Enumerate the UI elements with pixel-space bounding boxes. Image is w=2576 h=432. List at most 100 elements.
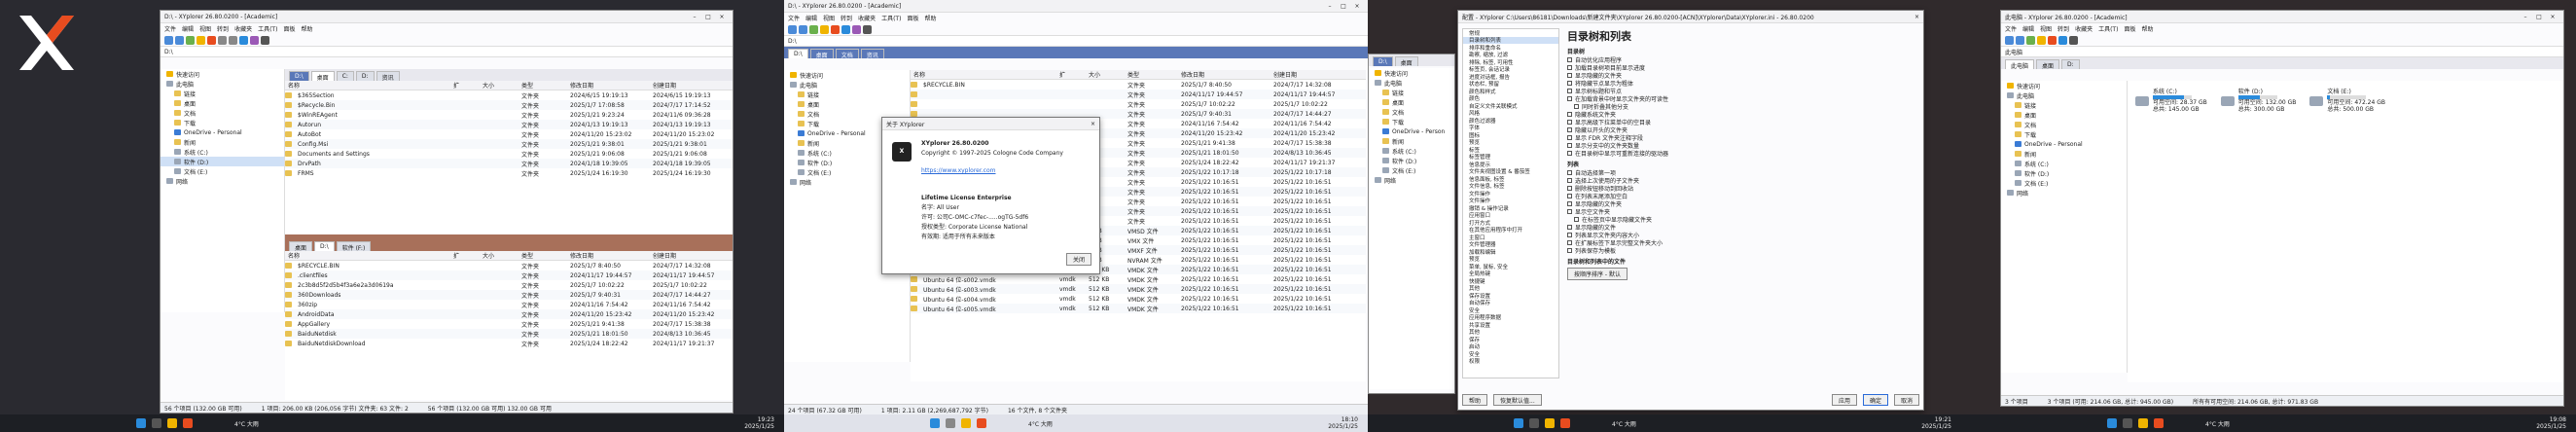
tab[interactable]: 桌面 bbox=[809, 49, 834, 59]
menu-item[interactable]: 帮助 bbox=[301, 24, 312, 33]
tab[interactable]: D:\ bbox=[1373, 56, 1393, 66]
tab[interactable]: D: bbox=[355, 71, 375, 81]
column-header[interactable]: 名称 bbox=[285, 251, 450, 260]
checkbox-icon[interactable] bbox=[1567, 150, 1572, 156]
tree-item[interactable]: 网络 bbox=[1369, 175, 1454, 185]
column-header[interactable]: 大小 bbox=[480, 251, 519, 260]
option-checkbox[interactable]: 在目录树中显示可重新连接的驱动器 bbox=[1567, 149, 1917, 158]
column-header[interactable]: 大小 bbox=[480, 81, 519, 90]
maximize-button[interactable]: □ bbox=[2532, 14, 2546, 20]
checkbox-icon[interactable] bbox=[1567, 169, 1572, 175]
search-icon[interactable] bbox=[2123, 418, 2132, 428]
tree-item[interactable]: 下载 bbox=[161, 118, 284, 127]
column-header[interactable]: 创建日期 bbox=[650, 251, 733, 260]
config-nav-item[interactable]: 权限 bbox=[1463, 358, 1558, 365]
tree-item[interactable]: 下载 bbox=[1369, 117, 1454, 126]
menu-item[interactable]: 编辑 bbox=[2022, 24, 2034, 33]
checkbox-icon[interactable] bbox=[1567, 72, 1572, 78]
explorer-icon[interactable] bbox=[2138, 418, 2148, 428]
table-row[interactable]: Autorun 文件夹 2024/1/13 19:19:13 2024/1/13 19… bbox=[285, 120, 733, 129]
delete-icon[interactable] bbox=[207, 35, 216, 45]
close-button[interactable]: 关闭 bbox=[1065, 253, 1091, 266]
menu-item[interactable]: 收藏夹 bbox=[234, 24, 252, 33]
tree-item[interactable]: 此电脑 bbox=[161, 79, 284, 89]
table-row[interactable]: 2c3b8d5f2d5b4f3a6e2a3d0619a 文件夹 2025/1/7 1… bbox=[285, 280, 733, 290]
table-row[interactable]: 360zip 文件夹 2024/11/16 7:54:42 2024/11/16 7:… bbox=[285, 300, 733, 309]
tree-item[interactable]: 文档 (E:) bbox=[1369, 165, 1454, 175]
column-header[interactable]: 名称 bbox=[911, 70, 1056, 79]
tree-item[interactable]: 下载 bbox=[2001, 129, 2127, 139]
tab[interactable]: D: bbox=[2061, 59, 2080, 69]
maximize-button[interactable]: □ bbox=[1337, 3, 1350, 10]
column-header[interactable]: 扩 bbox=[1056, 70, 1086, 79]
checkbox-icon[interactable] bbox=[1567, 247, 1572, 253]
folder-icon[interactable] bbox=[197, 35, 205, 45]
up-icon[interactable] bbox=[809, 24, 818, 34]
tab[interactable]: 资讯 bbox=[376, 71, 400, 82]
forward-icon[interactable] bbox=[799, 24, 807, 34]
table-row[interactable]: BaiduNetdisk 文件夹 2025/1/21 18:01:50 2024/8/… bbox=[285, 329, 733, 339]
table-row[interactable]: FRMS 文件夹 2025/1/24 16:19:30 2025/1/24 16:19… bbox=[285, 168, 733, 178]
ok-button[interactable]: 确定 bbox=[1862, 394, 1888, 406]
search-icon[interactable] bbox=[2058, 35, 2067, 45]
clock-date[interactable]: 2025/1/25 bbox=[1328, 423, 1358, 430]
tab[interactable]: 桌面 bbox=[289, 241, 313, 252]
table-row[interactable]: Ubuntu 64 位-s004.vmdk vmdk 512 KB VMDK 文件 20… bbox=[911, 294, 1366, 304]
checkbox-icon[interactable] bbox=[1567, 177, 1572, 183]
option-checkbox[interactable]: 同时折叠其他分支 bbox=[1567, 102, 1917, 111]
close-button[interactable]: × bbox=[1350, 3, 1364, 10]
table-row[interactable]: $WinREAgent 文件夹 2025/1/21 9:23:24 2024/11/6… bbox=[285, 110, 733, 120]
tab[interactable]: D:\ bbox=[289, 71, 309, 81]
minimize-button[interactable]: – bbox=[1323, 3, 1337, 10]
address-bar[interactable]: D:\ bbox=[161, 47, 733, 57]
column-header[interactable]: 扩 bbox=[450, 251, 480, 260]
column-header[interactable]: 创建日期 bbox=[650, 81, 733, 90]
close-button[interactable]: × bbox=[715, 14, 729, 20]
checkbox-icon[interactable] bbox=[1567, 239, 1572, 245]
checkbox-icon[interactable] bbox=[1567, 200, 1572, 206]
checkbox-icon[interactable] bbox=[1567, 88, 1572, 93]
tree-item[interactable]: 系统 (C:) bbox=[2001, 159, 2127, 168]
column-header[interactable]: 类型 bbox=[519, 251, 567, 260]
search-icon[interactable] bbox=[946, 418, 955, 428]
menu-item[interactable]: 工具(T) bbox=[2098, 24, 2118, 33]
tab[interactable]: 此电脑 bbox=[2005, 59, 2035, 70]
menu-item[interactable]: 转到 bbox=[841, 14, 852, 22]
clock-date[interactable]: 2025/1/25 bbox=[1921, 423, 1951, 430]
settings-icon[interactable] bbox=[2069, 35, 2078, 45]
xyplorer-icon[interactable] bbox=[977, 418, 986, 428]
sort-dropdown[interactable]: 按顺序排序 - 默认 bbox=[1567, 268, 1628, 280]
filter-icon[interactable] bbox=[250, 35, 259, 45]
menu-item[interactable]: 帮助 bbox=[2141, 24, 2153, 33]
close-icon[interactable]: × bbox=[1091, 121, 1095, 127]
tree-item[interactable]: OneDrive - Personal bbox=[161, 127, 284, 137]
table-row[interactable]: $RECYCLE.BIN 文件夹 2025/1/7 8:40:50 2024/7/17… bbox=[285, 261, 733, 270]
checkbox-icon[interactable] bbox=[1574, 103, 1579, 109]
menu-item[interactable]: 视图 bbox=[199, 24, 211, 33]
checkbox-icon[interactable] bbox=[1567, 208, 1572, 214]
table-row[interactable]: 文件夹 2024/11/17 19:44:57 2024/11/17 19:44:5… bbox=[911, 90, 1366, 99]
tree-item[interactable]: 此电脑 bbox=[1369, 78, 1454, 88]
up-icon[interactable] bbox=[2026, 35, 2035, 45]
clock-date[interactable]: 2025/1/25 bbox=[744, 423, 774, 430]
tree-item[interactable]: 链接 bbox=[1369, 88, 1454, 97]
maximize-button[interactable]: □ bbox=[701, 14, 715, 20]
table-row[interactable]: $RECYCLE.BIN 文件夹 2025/1/7 8:40:50 2024/7/17… bbox=[911, 80, 1366, 90]
tree-item[interactable]: 系统 (C:) bbox=[161, 147, 284, 157]
cancel-button[interactable]: 取消 bbox=[1893, 394, 1919, 406]
tree-item[interactable]: 软件 (D:) bbox=[161, 157, 284, 166]
weather[interactable]: 4°C 大雨 bbox=[234, 419, 259, 428]
tree-item[interactable]: 网络 bbox=[161, 176, 284, 186]
column-header[interactable]: 大小 bbox=[1086, 70, 1125, 79]
checkbox-icon[interactable] bbox=[1567, 142, 1572, 148]
drive-tile[interactable]: 系统 (C:) 可用空间: 28.37 GB 总共: 145.00 GB bbox=[2135, 89, 2207, 113]
menu-item[interactable]: 文件 bbox=[2005, 24, 2017, 33]
checkbox-icon[interactable] bbox=[1567, 126, 1572, 132]
checkbox-icon[interactable] bbox=[1567, 64, 1572, 70]
close-button[interactable]: × bbox=[2546, 14, 2559, 20]
minimize-button[interactable]: – bbox=[688, 14, 701, 20]
menu-item[interactable]: 编辑 bbox=[182, 24, 194, 33]
tab[interactable]: C: bbox=[336, 71, 354, 81]
option-checkbox[interactable]: 显示隐藏的文件夹 bbox=[1567, 199, 1917, 208]
tree-item[interactable]: 系统 (C:) bbox=[1369, 146, 1454, 156]
